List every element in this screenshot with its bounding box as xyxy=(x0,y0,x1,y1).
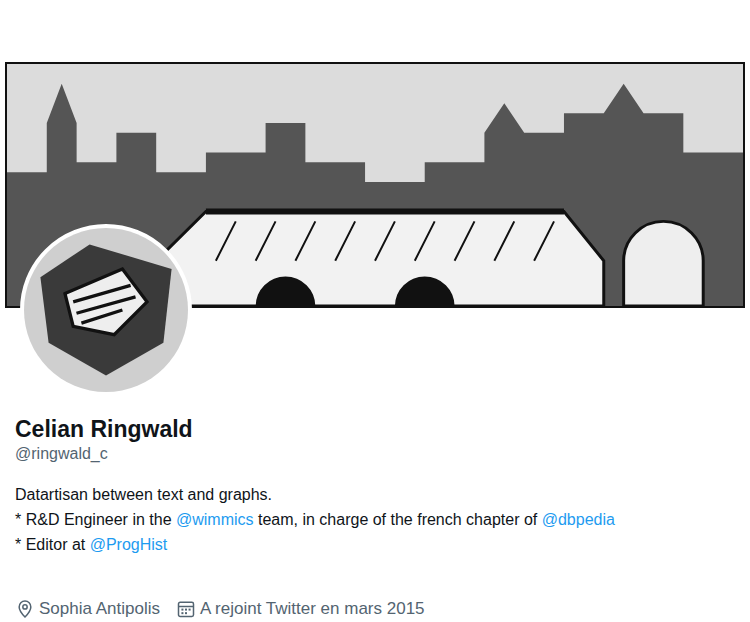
mention-link[interactable]: @dbpedia xyxy=(542,511,615,528)
bio-text: * Editor at xyxy=(15,536,90,553)
profile-meta: Sophia Antipolis A rejoint Twitter en mar… xyxy=(15,598,735,620)
profile-header: Celian Ringwald@ringwald_c Datartisan bet… xyxy=(0,0,750,620)
user-handle: @ringwald_c xyxy=(15,444,735,464)
avatar-image[interactable] xyxy=(20,224,192,396)
location-text: Sophia Antipolis xyxy=(39,598,160,620)
location-pin-icon xyxy=(15,599,35,619)
bio: Datartisan between text and graphs. * R&D… xyxy=(15,482,735,557)
calendar-icon xyxy=(176,599,196,619)
top-spacer xyxy=(0,0,750,62)
bio-line: * R&D Engineer in the @wimmics team, in … xyxy=(15,507,735,532)
bio-line: Datartisan between text and graphs. xyxy=(15,482,735,507)
location: Sophia Antipolis xyxy=(15,598,160,620)
join-text: A rejoint Twitter en mars 2015 xyxy=(200,598,425,620)
bio-text: team, in charge of the french chapter of xyxy=(254,511,542,528)
mention-link[interactable]: @wimmics xyxy=(176,511,254,528)
display-name: Celian Ringwald xyxy=(15,414,735,444)
bio-line: * Editor at @ProgHist xyxy=(15,532,735,557)
join-date: A rejoint Twitter en mars 2015 xyxy=(176,598,425,620)
bio-text: * R&D Engineer in the xyxy=(15,511,176,528)
bio-text: Datartisan between text and graphs. xyxy=(15,486,272,503)
mention-link[interactable]: @ProgHist xyxy=(90,536,168,553)
